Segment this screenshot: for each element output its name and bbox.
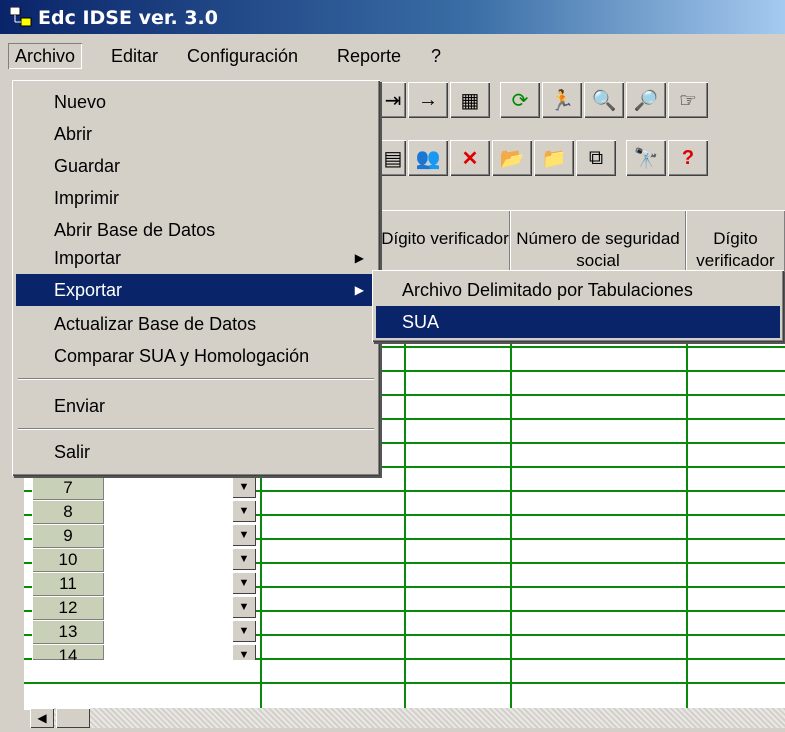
chevron-right-icon: ▶	[354, 283, 364, 297]
export-submenu: Archivo Delimitado por Tabulaciones SUA	[372, 270, 784, 342]
binoculars-icon[interactable]: 🔭	[626, 140, 666, 176]
row-number[interactable]: 9	[32, 524, 104, 548]
search-doc2-icon[interactable]: 🔎	[626, 82, 666, 118]
chevron-down-icon[interactable]: ▼	[232, 644, 256, 660]
chevron-right-icon: ▶	[354, 251, 364, 265]
scroll-thumb[interactable]	[56, 708, 90, 728]
menu-reporte[interactable]: Reporte	[330, 43, 408, 69]
toolbar: ⇥ → ▦ ⟳ 🏃 🔍 🔎 ☞ ▤ 👥 ✕ 📂 📁 ⧉ 🔭 ?	[380, 80, 785, 200]
menu-item-abrir[interactable]: Abrir	[16, 118, 376, 150]
grid-line	[260, 472, 262, 710]
menu-editar[interactable]: Editar	[104, 43, 165, 69]
chevron-down-icon[interactable]: ▼	[232, 620, 256, 642]
row-number[interactable]: 14	[32, 644, 104, 660]
combo-cell[interactable]: ▼	[104, 476, 256, 500]
chevron-down-icon[interactable]: ▼	[232, 476, 256, 498]
menu-item-comparar[interactable]: Comparar SUA y Homologación	[16, 340, 376, 372]
refresh-icon[interactable]: ⟳	[500, 82, 540, 118]
menu-item-enviar[interactable]: Enviar	[16, 390, 376, 422]
combo-cell[interactable]: ▼	[104, 596, 256, 620]
title-bar: Edc IDSE ver. 3.0	[0, 0, 785, 34]
column-header[interactable]: Número de seguridad social	[510, 210, 686, 272]
menu-item-salir[interactable]: Salir	[16, 436, 376, 468]
combo-cell[interactable]: ▼	[104, 644, 256, 660]
combo-cell[interactable]: ▼	[104, 572, 256, 596]
delete-icon[interactable]: ✕	[450, 140, 490, 176]
menu-item-exportar[interactable]: Exportar ▶	[16, 274, 376, 306]
copy-icon[interactable]: ⧉	[576, 140, 616, 176]
horizontal-scrollbar[interactable]: ◀	[30, 708, 785, 728]
row-number[interactable]: 12	[32, 596, 104, 620]
pointing-hand-icon[interactable]: ☞	[668, 82, 708, 118]
folder-export-icon[interactable]: 📁	[534, 140, 574, 176]
search-doc-icon[interactable]: 🔍	[584, 82, 624, 118]
grid-icon[interactable]: ▤	[380, 140, 406, 176]
help-icon[interactable]: ?	[668, 140, 708, 176]
chevron-down-icon[interactable]: ▼	[232, 524, 256, 546]
menu-item-nuevo[interactable]: Nuevo	[16, 86, 376, 118]
menu-archivo[interactable]: Archivo	[8, 43, 82, 69]
column-header[interactable]: Dígito verificador	[380, 210, 510, 272]
menu-separator	[18, 428, 374, 430]
menu-item-archivo-delimitado[interactable]: Archivo Delimitado por Tabulaciones	[376, 274, 780, 306]
app-icon	[10, 7, 32, 27]
chevron-down-icon[interactable]: ▼	[232, 500, 256, 522]
menu-item-guardar[interactable]: Guardar	[16, 150, 376, 182]
menu-item-actualizar[interactable]: Actualizar Base de Datos	[16, 308, 376, 340]
menu-separator	[18, 378, 374, 380]
grid-line	[24, 682, 785, 684]
chevron-down-icon[interactable]: ▼	[232, 572, 256, 594]
insert-column-icon[interactable]: ⇥	[380, 82, 406, 118]
menu-item-imprimir[interactable]: Imprimir	[16, 182, 376, 214]
people-icon[interactable]: 👥	[408, 140, 448, 176]
menu-configuracion[interactable]: Configuración	[180, 43, 305, 69]
running-man-icon[interactable]: 🏃	[542, 82, 582, 118]
scroll-left-icon[interactable]: ◀	[30, 708, 54, 728]
arrow-right-icon[interactable]: →	[408, 82, 448, 118]
table-icon[interactable]: ▦	[450, 82, 490, 118]
row-number[interactable]: 13	[32, 620, 104, 644]
open-folder-icon[interactable]: 📂	[492, 140, 532, 176]
row-number[interactable]: 10	[32, 548, 104, 572]
combo-cell[interactable]: ▼	[104, 620, 256, 644]
chevron-down-icon[interactable]: ▼	[232, 596, 256, 618]
menu-item-importar[interactable]: Importar ▶	[16, 242, 376, 274]
chevron-down-icon[interactable]: ▼	[232, 548, 256, 570]
menu-item-label: Exportar	[54, 280, 123, 300]
row-number[interactable]: 7	[32, 476, 104, 500]
menu-item-sua[interactable]: SUA	[376, 306, 780, 338]
combo-cell[interactable]: ▼	[104, 548, 256, 572]
row-number[interactable]: 8	[32, 500, 104, 524]
combo-cell[interactable]: ▼	[104, 524, 256, 548]
archivo-menu: Nuevo Abrir Guardar Imprimir Abrir Base …	[12, 80, 380, 476]
window-title: Edc IDSE ver. 3.0	[38, 7, 218, 29]
menu-help[interactable]: ?	[424, 43, 448, 69]
row-number[interactable]: 11	[32, 572, 104, 596]
column-header[interactable]: Dígito verificador	[686, 210, 785, 272]
menu-item-label: Importar	[54, 248, 122, 268]
menu-bar: Archivo Editar Configuración Reporte ?	[0, 38, 785, 72]
combo-cell[interactable]: ▼	[104, 500, 256, 524]
